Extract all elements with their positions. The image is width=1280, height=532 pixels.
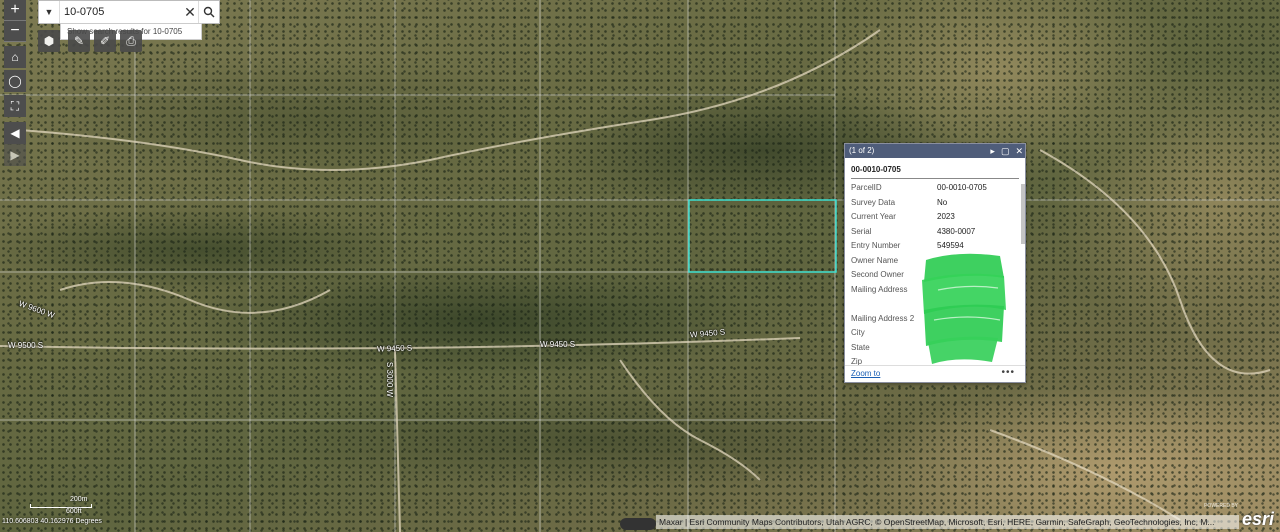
- search-input[interactable]: [60, 3, 182, 21]
- zoom-controls: + −: [4, 0, 26, 42]
- back-button[interactable]: ◀: [4, 122, 26, 144]
- road-label: W 9500 S: [8, 341, 44, 350]
- satellite-map[interactable]: W 9500 S W 9450 S W 9450 S W 9450 S S 30…: [0, 0, 1280, 532]
- home-button[interactable]: ⌂: [4, 46, 26, 68]
- selected-parcel-outline: [688, 199, 837, 273]
- more-actions-button[interactable]: •••: [1001, 367, 1015, 378]
- arrow-right-icon: ▶: [10, 148, 20, 162]
- attribute-row: Current Year 2023: [851, 210, 1019, 225]
- esri-logo: esri: [1241, 509, 1274, 529]
- zoom-out-button[interactable]: −: [4, 21, 26, 42]
- locate-button[interactable]: ◯: [4, 70, 26, 92]
- search-bar: ▼ ✕: [38, 0, 220, 24]
- attr-value: 2023: [937, 212, 955, 221]
- attr-key: Serial: [851, 226, 872, 236]
- zoom-to-link[interactable]: Zoom to: [851, 369, 880, 378]
- clear-search-button[interactable]: ✕: [182, 4, 198, 21]
- attribute-row: Survey Data No: [851, 196, 1019, 211]
- forward-button[interactable]: ▶: [4, 144, 26, 166]
- basemap-button[interactable]: ⬢: [38, 30, 60, 52]
- popup-controls: ▸ ▢ ✕: [990, 144, 1023, 158]
- map-overlays: [0, 0, 1280, 532]
- attr-key: ParcelID: [851, 183, 882, 192]
- search-icon: [203, 6, 215, 18]
- close-popup-button[interactable]: ✕: [1015, 144, 1023, 158]
- next-feature-button[interactable]: ▸: [990, 144, 995, 158]
- coordinate-readout: 110.606803 40.162976 Degrees: [2, 518, 102, 525]
- popup-counter: (1 of 2): [849, 146, 875, 155]
- popup-scrollbar[interactable]: [1021, 184, 1025, 244]
- scale-label-imperial: 600ft: [66, 508, 82, 515]
- home-icon: ⌂: [11, 50, 19, 64]
- zoom-in-button[interactable]: +: [4, 0, 26, 21]
- search-source-dropdown[interactable]: ▼: [39, 1, 60, 23]
- attr-value: No: [937, 197, 948, 207]
- ruler-icon: ✎: [73, 34, 85, 48]
- fullscreen-button[interactable]: ⛶: [4, 95, 26, 117]
- attribute-row: Serial 4380-0007: [851, 225, 1019, 240]
- powered-by-label: POWERED BY: [1204, 503, 1238, 509]
- attr-value: 00-0010-0705: [937, 183, 987, 192]
- tool-buttons: ⬢ ✎ ✐ ⎙: [38, 30, 142, 52]
- search-button[interactable]: [198, 1, 219, 23]
- draw-button[interactable]: ✐: [94, 30, 116, 52]
- redaction-scribble: [922, 253, 1006, 364]
- print-button[interactable]: ⎙: [120, 30, 142, 52]
- arrow-left-icon: ◀: [10, 126, 20, 140]
- dirt-roads: [0, 29, 1271, 532]
- attribution-bar: Maxar | Esri Community Maps Contributors…: [656, 515, 1239, 529]
- close-icon: ✕: [184, 3, 196, 20]
- print-icon: ⎙: [126, 33, 136, 48]
- road-label: S 3000 W: [385, 361, 395, 398]
- fullscreen-icon: ⛶: [10, 98, 20, 113]
- road-label: W 9450 S: [376, 343, 413, 354]
- popup-footer: Zoom to •••: [845, 365, 1025, 382]
- maximize-button[interactable]: ▢: [1001, 144, 1010, 158]
- scale-bar: 200m 600ft: [30, 496, 92, 515]
- scale-label-metric: 200m: [70, 496, 88, 503]
- attr-value: 4380-0007: [937, 226, 976, 236]
- attribute-row: ParcelID 00-0010-0705: [851, 181, 1019, 196]
- parcel-grid: [0, 0, 1280, 532]
- popup-header: (1 of 2) ▸ ▢ ✕: [845, 144, 1025, 158]
- attr-key: Current Year: [851, 212, 896, 221]
- road-label: W 9450 S: [540, 340, 576, 349]
- popup-title: 00-0010-0705: [851, 158, 1019, 179]
- measure-button[interactable]: ✎: [68, 30, 90, 52]
- attr-key: Survey Data: [851, 197, 896, 207]
- locate-icon: ◯: [8, 74, 22, 88]
- overview-toggle[interactable]: [620, 518, 656, 530]
- caret-down-icon: ▼: [44, 7, 54, 17]
- layers-icon: ⬢: [43, 34, 55, 48]
- pencil-icon: ✐: [99, 34, 111, 48]
